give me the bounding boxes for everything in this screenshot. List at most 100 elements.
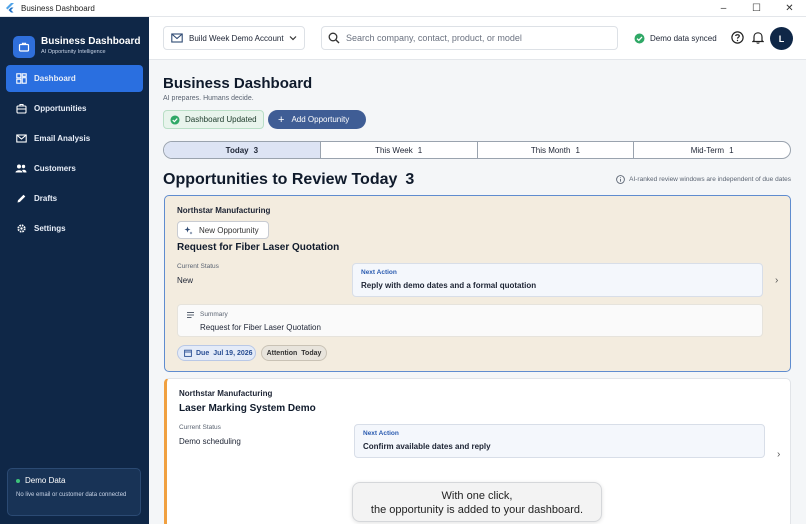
mail-icon xyxy=(171,33,183,43)
toast-line-1: With one click, xyxy=(441,490,513,502)
add-opportunity-button[interactable]: + Add Opportunity xyxy=(268,110,366,129)
tab-mid-term[interactable]: Mid-Term 1 xyxy=(634,142,790,158)
status-value: Demo scheduling xyxy=(179,437,241,446)
status-label: Current Status xyxy=(177,263,219,270)
section-title-text: Opportunities to Review Today xyxy=(163,171,398,188)
attention-label: Attention xyxy=(266,349,298,357)
next-action-box: Next Action Reply with demo dates and a … xyxy=(352,263,763,297)
toast-notification: With one click, the opportunity is added… xyxy=(352,482,602,522)
section-count: 3 xyxy=(405,171,415,188)
tab-label: Mid-Term xyxy=(690,145,725,155)
due-label: Due xyxy=(196,349,210,357)
tab-label: Today xyxy=(225,145,249,155)
status-dot-icon xyxy=(16,478,20,483)
info-icon xyxy=(616,175,625,184)
top-bar: Build Week Demo Account Demo data synced… xyxy=(149,17,806,60)
new-opportunity-tag: New Opportunity xyxy=(177,221,269,239)
check-circle-icon xyxy=(170,114,180,125)
search-input[interactable] xyxy=(346,33,606,43)
mail-icon xyxy=(15,133,27,145)
tab-this-week[interactable]: This Week 1 xyxy=(321,142,478,158)
notes-icon xyxy=(187,312,194,318)
tab-today[interactable]: Today 3 xyxy=(164,142,321,158)
next-action-value: Confirm available dates and reply xyxy=(363,442,491,451)
status-value: New xyxy=(177,276,194,285)
sidebar-item-label: Customers xyxy=(34,164,76,173)
section-note-text: AI-ranked review windows are independent… xyxy=(629,176,791,183)
sidebar-item-dashboard[interactable]: Dashboard xyxy=(6,65,143,92)
dashboard-updated-label: Dashboard Updated xyxy=(185,115,257,124)
sidebar-item-label: Settings xyxy=(34,224,66,233)
brand-title: Business Dashboard xyxy=(41,36,141,47)
next-action-value: Reply with demo dates and a formal quota… xyxy=(361,281,537,290)
briefcase-icon xyxy=(15,103,27,115)
sidebar: Business Dashboard AI Opportunity Intell… xyxy=(0,17,149,524)
main-content: Business Dashboard AI prepares. Humans d… xyxy=(149,60,806,524)
page-title: Business Dashboard xyxy=(163,75,313,92)
section-note: AI-ranked review windows are independent… xyxy=(616,175,791,184)
maximize-button[interactable]: ☐ xyxy=(740,0,773,17)
new-opportunity-tag-label: New Opportunity xyxy=(199,225,259,235)
bell-icon[interactable] xyxy=(752,31,764,44)
company-name: Northstar Manufacturing xyxy=(177,206,271,215)
due-date-chip: Due Jul 19, 2026 xyxy=(177,345,256,361)
help-icon[interactable] xyxy=(731,31,744,44)
chevron-down-icon xyxy=(289,36,297,41)
brand: Business Dashboard AI Opportunity Intell… xyxy=(0,17,149,65)
attention-chip: Attention Today xyxy=(261,345,327,361)
tab-count: 1 xyxy=(729,145,734,155)
dashboard-updated-button[interactable]: Dashboard Updated xyxy=(163,110,264,129)
sync-status: Demo data synced xyxy=(634,33,717,44)
dashboard-icon xyxy=(15,73,27,85)
status-label: Current Status xyxy=(179,424,221,431)
close-button[interactable]: ✕ xyxy=(773,0,806,17)
sidebar-item-email-analysis[interactable]: Email Analysis xyxy=(6,125,143,152)
calendar-icon xyxy=(184,349,192,357)
tab-this-month[interactable]: This Month 1 xyxy=(478,142,635,158)
demo-data-title: Demo Data xyxy=(25,476,66,485)
timeframe-tabs: Today 3 This Week 1 This Month 1 Mid-Term 1 xyxy=(163,141,791,159)
chevron-right-icon[interactable]: › xyxy=(775,275,778,286)
sidebar-item-label: Dashboard xyxy=(34,74,76,83)
next-action-label: Next Action xyxy=(363,430,399,437)
section-title: Opportunities to Review Today 3 xyxy=(163,171,414,189)
briefcase-logo-icon xyxy=(13,35,35,58)
company-name: Northstar Manufacturing xyxy=(179,389,273,398)
account-selector[interactable]: Build Week Demo Account xyxy=(163,26,305,50)
demo-data-card: Demo Data No live email or customer data… xyxy=(7,468,141,516)
plus-icon: + xyxy=(278,113,285,126)
minimize-button[interactable]: – xyxy=(707,0,740,17)
sidebar-item-label: Email Analysis xyxy=(34,134,91,143)
tab-count: 1 xyxy=(417,145,423,155)
next-action-label: Next Action xyxy=(361,269,397,276)
opportunity-card[interactable]: Northstar Manufacturing New Opportunity … xyxy=(164,195,791,372)
sidebar-item-settings[interactable]: Settings xyxy=(6,215,143,242)
check-circle-icon xyxy=(634,33,645,44)
tab-count: 3 xyxy=(253,145,259,155)
people-icon xyxy=(15,163,27,175)
attention-value: Today xyxy=(301,349,322,357)
page-subtitle: AI prepares. Humans decide. xyxy=(163,95,254,102)
sidebar-item-opportunities[interactable]: Opportunities xyxy=(6,95,143,122)
sidebar-item-customers[interactable]: Customers xyxy=(6,155,143,182)
sidebar-nav: Dashboard Opportunities Email Analysis C… xyxy=(0,65,149,242)
sidebar-item-label: Opportunities xyxy=(34,104,87,113)
search-box[interactable] xyxy=(321,26,618,50)
chevron-right-icon[interactable]: › xyxy=(777,449,780,460)
tab-label: This Week xyxy=(375,145,413,155)
search-icon xyxy=(328,32,340,44)
pencil-icon xyxy=(15,193,27,205)
account-name: Build Week Demo Account xyxy=(189,33,284,43)
window-titlebar: Business Dashboard – ☐ ✕ xyxy=(0,0,806,17)
tab-count: 1 xyxy=(575,145,580,155)
demo-data-description: No live email or customer data connected xyxy=(16,492,127,498)
tab-label: This Month xyxy=(530,145,571,155)
gear-icon xyxy=(15,223,27,235)
window-title: Business Dashboard xyxy=(21,3,95,13)
flutter-logo-icon xyxy=(6,3,14,13)
sparkle-icon xyxy=(184,226,193,234)
avatar[interactable]: L xyxy=(770,27,793,50)
next-action-box: Next Action Confirm available dates and … xyxy=(354,424,765,458)
opportunity-title: Request for Fiber Laser Quotation xyxy=(177,242,340,253)
sidebar-item-drafts[interactable]: Drafts xyxy=(6,185,143,212)
